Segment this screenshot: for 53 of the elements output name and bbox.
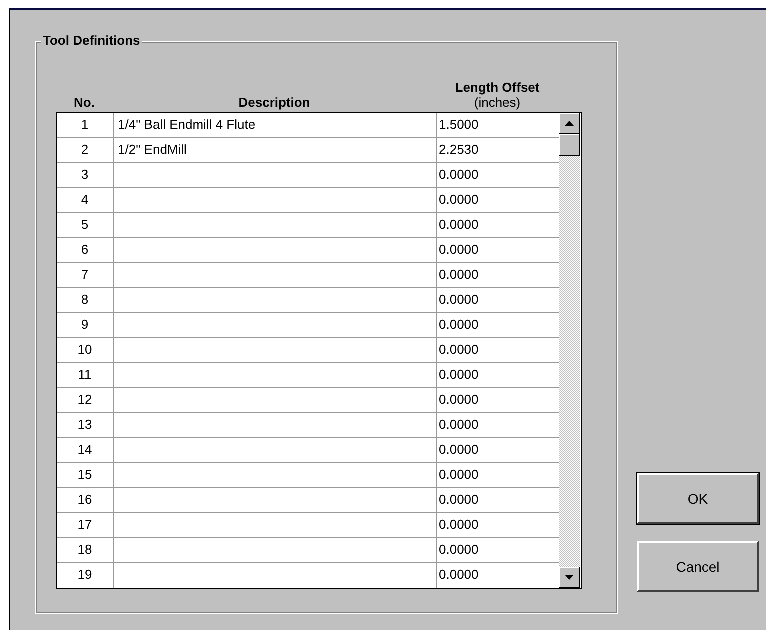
offset-cell[interactable]: 0.0000 — [437, 538, 559, 562]
description-cell[interactable]: 1/2" EndMill — [114, 138, 437, 162]
row-number-cell: 11 — [57, 363, 114, 387]
offset-cell[interactable]: 0.0000 — [437, 163, 559, 187]
row-number-cell: 16 — [57, 488, 114, 512]
offset-cell[interactable]: 0.0000 — [437, 438, 559, 462]
row-number-cell: 2 — [57, 138, 114, 162]
row-number-cell: 14 — [57, 438, 114, 462]
row-number-cell: 7 — [57, 263, 114, 287]
offset-cell[interactable]: 0.0000 — [437, 263, 559, 287]
row-number-cell: 19 — [57, 563, 114, 588]
row-number-cell: 12 — [57, 388, 114, 412]
scroll-up-button[interactable] — [559, 113, 580, 134]
offset-cell[interactable]: 0.0000 — [437, 238, 559, 262]
row-number-cell: 3 — [57, 163, 114, 187]
cancel-button[interactable]: Cancel — [637, 541, 759, 592]
row-number-cell: 6 — [57, 238, 114, 262]
scroll-thumb[interactable] — [559, 134, 580, 156]
description-cell[interactable]: 1/4" Ball Endmill 4 Flute — [114, 113, 437, 137]
offset-cell[interactable]: 0.0000 — [437, 463, 559, 487]
row-number-cell: 13 — [57, 413, 114, 437]
row-number-cell: 9 — [57, 313, 114, 337]
scrollbar[interactable] — [559, 113, 580, 588]
row-number-cell: 10 — [57, 338, 114, 362]
offset-cell[interactable]: 0.0000 — [437, 313, 559, 337]
column-header: Length Offset — [455, 80, 540, 95]
row-number-cell: 5 — [57, 213, 114, 237]
row-number-cell: 8 — [57, 288, 114, 312]
up-arrow-icon — [565, 121, 574, 126]
group-title: Tool Definitions — [41, 33, 142, 48]
offset-cell[interactable]: 0.0000 — [437, 488, 559, 512]
scroll-down-button[interactable] — [559, 567, 580, 588]
row-number-cell: 17 — [57, 513, 114, 537]
row-number-cell: 1 — [57, 113, 114, 137]
ok-button[interactable]: OK — [637, 473, 759, 524]
column-header: Description — [238, 95, 310, 110]
offset-cell[interactable]: 0.0000 — [437, 213, 559, 237]
row-number-cell: 4 — [57, 188, 114, 212]
offset-cell[interactable]: 0.0000 — [437, 363, 559, 387]
column-unit: (inches) — [474, 95, 521, 110]
offset-cell[interactable]: 0.0000 — [437, 513, 559, 537]
offset-cell[interactable]: 0.0000 — [437, 288, 559, 312]
offset-cell[interactable]: 1.5000 — [437, 113, 559, 137]
down-arrow-icon — [565, 575, 574, 580]
offset-cell[interactable]: 0.0000 — [437, 188, 559, 212]
offset-cell[interactable]: 0.0000 — [437, 338, 559, 362]
row-number-cell: 15 — [57, 463, 114, 487]
offset-cell[interactable]: 0.0000 — [437, 388, 559, 412]
offset-cell[interactable]: 2.2530 — [437, 138, 559, 162]
column-header: No. — [74, 95, 95, 110]
row-number-cell: 18 — [57, 538, 114, 562]
offset-cell[interactable]: 0.0000 — [437, 413, 559, 437]
offset-cell[interactable]: 0.0000 — [437, 563, 559, 588]
